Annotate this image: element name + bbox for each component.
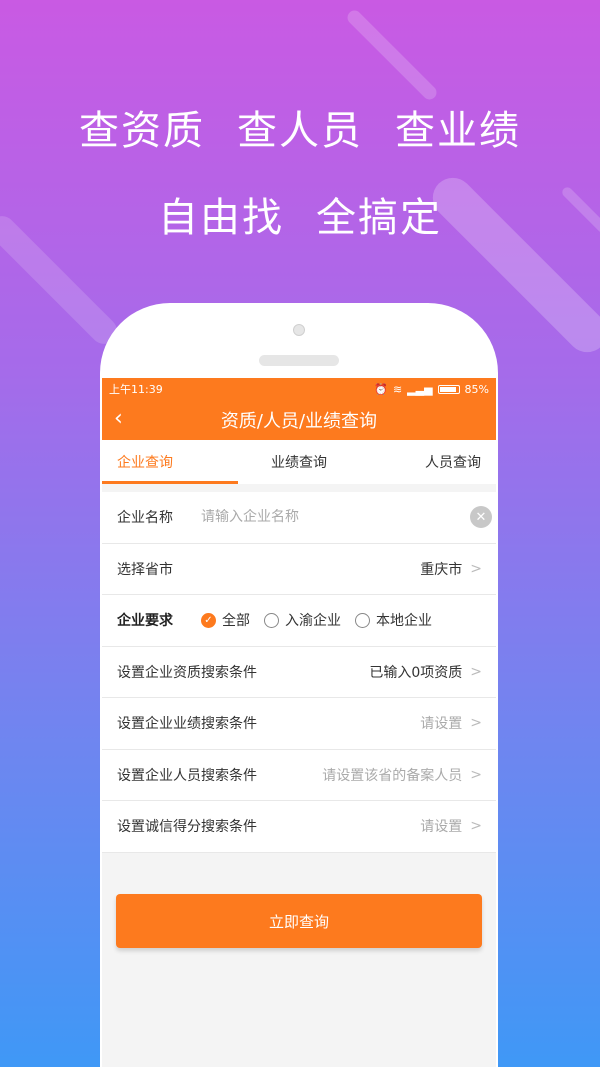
signal-icon: ▂▃▅ xyxy=(407,382,433,396)
radio-entering-chongqing[interactable]: 入渝企业 xyxy=(264,610,341,630)
performance-row[interactable]: 设置企业业绩搜索条件 请设置 > xyxy=(102,698,496,750)
app-screen: 上午11:39 ⏰ ≋ ▂▃▅ 85% ‹ 资质/人员/业绩查询 企业查询 业绩… xyxy=(102,378,496,1067)
company-name-label: 企业名称 xyxy=(117,510,173,527)
credit-label: 设置诚信得分搜索条件 xyxy=(117,819,257,836)
alarm-icon: ⏰ xyxy=(374,382,388,396)
battery-percent: 85% xyxy=(464,382,489,396)
company-name-row: 企业名称 ✕ xyxy=(102,492,496,544)
submit-query-button[interactable]: 立即查询 xyxy=(116,894,482,948)
headline-line-1: 查资质 查人员 查业绩 xyxy=(0,98,600,156)
headline-text: 自由找 xyxy=(158,195,284,241)
chevron-right-icon: > xyxy=(470,663,482,680)
tab-personnel-query[interactable]: 人员查询 xyxy=(360,440,496,484)
headline-line-2: 自由找 全搞定 xyxy=(0,185,600,243)
radio-label: 入渝企业 xyxy=(285,613,341,630)
chevron-right-icon: > xyxy=(470,766,482,783)
province-label: 选择省市 xyxy=(117,561,173,578)
battery-icon xyxy=(437,384,460,394)
tab-bar: 企业查询 业绩查询 人员查询 xyxy=(102,440,496,484)
tab-label: 业绩查询 xyxy=(270,455,327,471)
province-value: 重庆市 xyxy=(420,561,463,578)
qualification-value: 已输入0项资质 xyxy=(369,664,463,681)
tab-performance-query[interactable]: 业绩查询 xyxy=(238,440,359,484)
performance-value: 请设置 xyxy=(420,716,463,733)
qualification-row[interactable]: 设置企业资质搜索条件 已输入0项资质 > xyxy=(102,646,496,698)
radio-circle-icon xyxy=(355,612,370,628)
chevron-left-icon[interactable]: ‹ xyxy=(114,406,123,431)
check-icon: ✓ xyxy=(201,612,216,628)
personnel-row[interactable]: 设置企业人员搜索条件 请设置该省的备案人员 > xyxy=(102,749,496,801)
speaker-grille xyxy=(259,355,339,366)
credit-row[interactable]: 设置诚信得分搜索条件 请设置 > xyxy=(102,801,496,853)
decor-stripe xyxy=(344,7,440,103)
status-bar: 上午11:39 ⏰ ≋ ▂▃▅ 85% xyxy=(102,378,496,400)
performance-label: 设置企业业绩搜索条件 xyxy=(117,716,257,733)
wifi-icon: ≋ xyxy=(392,382,403,396)
province-row[interactable]: 选择省市 重庆市 > xyxy=(102,543,496,595)
clear-icon[interactable]: ✕ xyxy=(470,506,492,529)
radio-local[interactable]: 本地企业 xyxy=(355,610,432,630)
radio-circle-icon xyxy=(264,612,279,628)
tab-company-query[interactable]: 企业查询 xyxy=(102,440,239,484)
radio-all[interactable]: ✓ 全部 xyxy=(201,610,250,630)
credit-value: 请设置 xyxy=(420,819,463,836)
title-bar: ‹ 资质/人员/业绩查询 xyxy=(102,400,496,440)
personnel-value: 请设置该省的备案人员 xyxy=(322,767,463,784)
radio-label: 本地企业 xyxy=(376,613,432,630)
chevron-right-icon: > xyxy=(470,715,482,732)
radio-label: 全部 xyxy=(222,613,250,630)
requirement-label: 企业要求 xyxy=(117,613,173,630)
headline-text: 全搞定 xyxy=(316,195,442,241)
chevron-right-icon: > xyxy=(470,818,482,835)
camera-dot xyxy=(293,324,305,336)
company-name-input[interactable] xyxy=(201,509,470,526)
headline-text: 查资质 xyxy=(79,108,205,154)
headline-text: 查业绩 xyxy=(395,108,521,154)
page-title: 资质/人员/业绩查询 xyxy=(220,411,378,432)
status-time: 上午11:39 xyxy=(109,383,163,396)
requirement-row: 企业要求 ✓ 全部 入渝企业 本地企业 xyxy=(102,595,496,647)
tab-label: 人员查询 xyxy=(424,455,481,471)
chevron-right-icon: > xyxy=(470,560,482,577)
tab-label: 企业查询 xyxy=(117,455,173,471)
headline-text: 查人员 xyxy=(237,108,363,154)
qualification-label: 设置企业资质搜索条件 xyxy=(117,664,257,681)
personnel-label: 设置企业人员搜索条件 xyxy=(117,767,257,784)
